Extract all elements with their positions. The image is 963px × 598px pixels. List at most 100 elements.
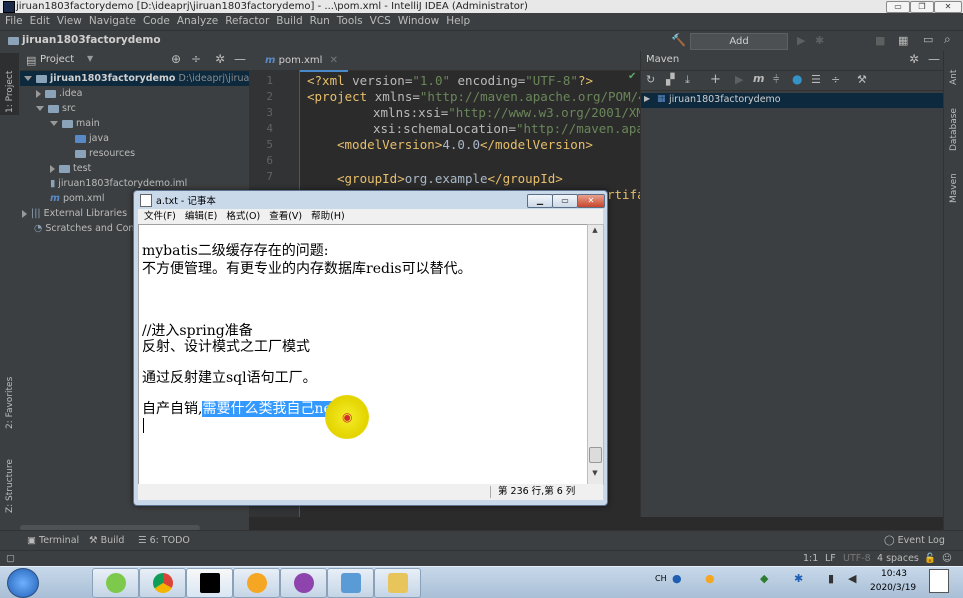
notepad-vertical-scrollbar[interactable]: ▲ ▼ — [587, 224, 604, 485]
code-line-4[interactable]: xsi:schemaLocation="http://maven.apa — [373, 121, 644, 136]
wrench-icon[interactable]: ⚒ — [857, 73, 867, 86]
toggle-tool-windows-icon[interactable]: ▢ — [6, 551, 15, 567]
notepad-menu-edit[interactable]: 编辑(E) — [185, 209, 217, 224]
event-log-tab[interactable]: ◯ Event Log — [884, 531, 945, 551]
code-line-1[interactable]: <?xml version="1.0" encoding="UTF-8"?> — [307, 73, 593, 88]
menu-window[interactable]: Window — [398, 13, 439, 30]
stop-icon[interactable]: ■ — [875, 34, 885, 47]
close-button[interactable]: ✕ — [934, 1, 962, 13]
taskbar-app-1[interactable] — [92, 568, 139, 598]
tree-item-java[interactable]: java — [75, 133, 109, 144]
tree-item-idea[interactable]: .idea — [36, 88, 82, 99]
menu-refactor[interactable]: Refactor — [225, 13, 269, 30]
notification-icon[interactable] — [929, 569, 949, 593]
clock-date[interactable]: 2020/3/19 — [870, 583, 916, 593]
layout-icon[interactable]: ▭ — [923, 33, 933, 46]
todo-tool-tab[interactable]: ☰ 6: TODO — [138, 531, 190, 551]
taskbar-intellij[interactable] — [186, 568, 233, 598]
menu-view[interactable]: View — [57, 13, 82, 30]
run-icon[interactable]: ▶ — [797, 34, 805, 47]
menu-help[interactable]: Help — [446, 13, 470, 30]
volume-icon[interactable]: ◀ — [848, 572, 856, 585]
maximize-button[interactable]: ❐ — [910, 1, 934, 13]
language-indicator[interactable]: CH — [655, 574, 667, 583]
notepad-menu-help[interactable]: 帮助(H) — [311, 209, 345, 224]
maven-tool-tab[interactable]: Maven — [949, 173, 959, 203]
taskbar-app-4[interactable] — [233, 568, 280, 598]
taskbar-explorer[interactable] — [374, 568, 421, 598]
tree-item-src[interactable]: src — [36, 103, 76, 114]
tab-pom-xml[interactable]: m pom.xml ✕ — [255, 51, 349, 72]
memory-indicator-icon[interactable]: ☺ — [942, 551, 952, 567]
reload-icon[interactable]: ↻ — [646, 73, 655, 86]
clock-time[interactable]: 10:43 — [881, 569, 907, 579]
code-line-5[interactable]: <modelVersion>4.0.0</modelVersion> — [337, 137, 593, 152]
maven-project-item[interactable]: ▶ ▦ jiruan1803factorydemo — [641, 93, 944, 108]
ant-tool-tab[interactable]: Ant — [949, 70, 959, 85]
tree-item-main[interactable]: main — [50, 118, 100, 129]
security-icon[interactable]: ◆ — [760, 572, 768, 585]
tree-item-iml[interactable]: ▮ jiruan1803factorydemo.iml — [50, 178, 187, 189]
run-icon[interactable]: ▶ — [735, 73, 743, 86]
notepad-close-button[interactable]: ✕ — [577, 194, 605, 208]
download-icon[interactable]: ⤓ — [685, 73, 690, 87]
menu-edit[interactable]: Edit — [30, 13, 50, 30]
indent-setting[interactable]: 4 spaces — [877, 551, 919, 567]
build-tool-tab[interactable]: ⚒ Build — [89, 531, 124, 551]
taskbar-chrome[interactable] — [139, 568, 186, 598]
tree-item-scratches[interactable]: ◔ Scratches and Cons — [34, 223, 139, 234]
menu-build[interactable]: Build — [276, 13, 302, 30]
notepad-menu-file[interactable]: 文件(F) — [144, 209, 176, 224]
notepad-minimize-button[interactable]: ▁ — [527, 194, 553, 208]
breadcrumb-project[interactable]: jiruan1803factorydemo — [22, 34, 161, 46]
tree-item-test[interactable]: test — [50, 163, 91, 174]
minimize-button[interactable]: ▭ — [886, 1, 910, 13]
hide-icon[interactable]: — — [234, 52, 246, 66]
chevron-down-icon[interactable]: ▼ — [87, 54, 93, 63]
menu-analyze[interactable]: Analyze — [177, 13, 218, 30]
code-line-7[interactable]: <groupId>org.example</groupId> — [337, 171, 563, 186]
network-icon[interactable]: ▮ — [828, 572, 834, 585]
line-separator[interactable]: LF — [825, 551, 836, 567]
code-line-2[interactable]: <project xmlns="http://maven.apache.org/… — [307, 89, 646, 104]
project-structure-icon[interactable]: ▦ — [898, 34, 908, 47]
caret-position[interactable]: 1:1 — [803, 551, 818, 567]
file-encoding[interactable]: UTF-8 — [843, 551, 871, 567]
start-button[interactable] — [7, 568, 39, 598]
debug-icon[interactable]: ✱ — [815, 34, 824, 47]
add-icon[interactable]: + — [710, 72, 721, 87]
qq-icon[interactable]: ● — [705, 572, 715, 585]
menu-navigate[interactable]: Navigate — [89, 13, 136, 30]
tree-item-project-root[interactable]: jiruan1803factorydemo D:\ideaprj\jiruan1… — [24, 73, 280, 84]
notepad-window[interactable]: a.txt - 记事本 ▁ ▭ ✕ 文件(F) 编辑(E) 格式(O) 查看(V) 帮助… — [133, 190, 608, 506]
build-hammer-icon[interactable]: 🔨 — [671, 33, 686, 47]
code-line-8-fragment[interactable]: rtifa — [607, 187, 645, 202]
structure-tool-tab[interactable]: Z: Structure — [5, 459, 15, 513]
menu-code[interactable]: Code — [143, 13, 170, 30]
menu-tools[interactable]: Tools — [337, 13, 363, 30]
locate-icon[interactable]: ⊕ — [171, 52, 181, 66]
code-line-3[interactable]: xmlns:xsi="http://www.w3.org/2001/XM — [373, 105, 644, 120]
gear-icon[interactable]: ✲ — [909, 52, 919, 66]
collapse-all-icon[interactable]: ÷ — [831, 73, 840, 86]
favorites-tool-tab[interactable]: 2: Favorites — [5, 377, 15, 429]
skip-tests-icon[interactable]: ● — [792, 72, 802, 86]
gear-icon[interactable]: ✲ — [215, 52, 225, 66]
database-tool-tab[interactable]: Database — [949, 108, 959, 151]
search-everywhere-icon[interactable]: ⌕ — [944, 32, 951, 47]
menu-vcs[interactable]: VCS — [370, 13, 391, 30]
generate-sources-icon[interactable]: ▞ — [666, 73, 674, 86]
tree-item-pom[interactable]: m pom.xml — [50, 193, 105, 204]
collapse-icon[interactable]: ÷ — [191, 52, 201, 66]
project-view-selector[interactable]: Project — [40, 54, 74, 65]
help-icon[interactable]: ● — [672, 572, 682, 585]
terminal-tool-tab[interactable]: ▣ Terminal — [27, 531, 79, 551]
lock-icon[interactable]: 🔓 — [924, 551, 936, 567]
notepad-text-area[interactable]: mybatis二级缓存存在的问题: 不方便管理。有更专业的内存数据库redis可… — [138, 224, 588, 485]
toggle-offline-icon[interactable]: ⫩ — [773, 73, 779, 87]
project-tool-tab[interactable]: 1: Project — [5, 71, 15, 113]
hide-icon[interactable]: — — [928, 52, 940, 66]
tree-item-external-libraries[interactable]: ||| External Libraries — [22, 208, 127, 219]
menu-run[interactable]: Run — [310, 13, 330, 30]
add-configuration-button[interactable]: Add Configuration... — [690, 33, 788, 62]
